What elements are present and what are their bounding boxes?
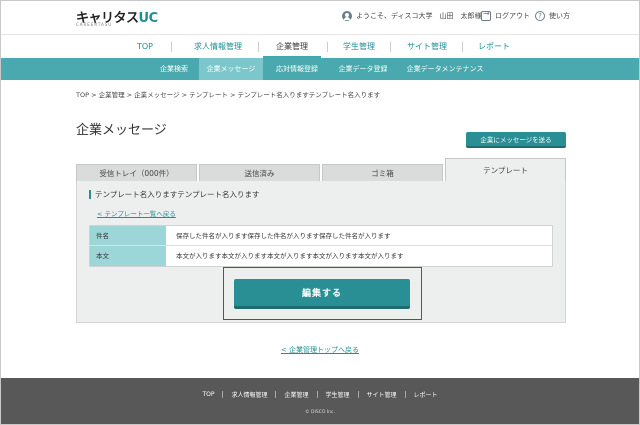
nav-separator (462, 42, 463, 52)
send-message-button[interactable]: 企業にメッセージを送る (466, 132, 566, 148)
footer-nav: TOP 求人情報管理 企業管理 学生管理 サイト管理 レポート (1, 390, 639, 399)
footer-nav-job-management[interactable]: 求人情報管理 (223, 390, 275, 399)
nav-report[interactable]: レポート (469, 35, 519, 58)
nav-separator (258, 42, 259, 52)
logout-label: ログアウト (495, 12, 530, 20)
template-panel: テンプレート名入りますテンプレート名入ります < テンプレート一覧へ戻る 件名 … (76, 181, 566, 323)
body-label: 本文 (90, 246, 166, 266)
breadcrumb: TOP > 企業管理 > 企業メッセージ > テンプレート > テンプレート名入… (76, 91, 381, 99)
nav-company-management[interactable]: 企業管理 (263, 35, 321, 58)
tab-template[interactable]: テンプレート (445, 158, 566, 181)
tab-inbox[interactable]: 受信トレイ（000件） (76, 164, 197, 181)
logo-subtext: CAREERTASU (76, 22, 113, 27)
sub-nav: 企業検索 企業メッセージ 応対情報登録 企業データ登録 企業データメンテナンス (1, 58, 639, 80)
message-tabs: 受信トレイ（000件） 送信済み ゴミ箱 テンプレート (76, 158, 566, 181)
footer-nav-top[interactable]: TOP (194, 391, 222, 398)
help-link[interactable]: ? 使い方 (535, 11, 570, 21)
logout-icon (481, 9, 491, 21)
footer-nav-site-management[interactable]: サイト管理 (359, 390, 405, 399)
table-row: 本文 本文が入ります本文が入ります本文が入ります本文が入ります本文が入ります (90, 246, 552, 266)
template-detail-table: 件名 保存した件名が入ります保存した件名が入ります保存した件名が入ります 本文 … (89, 225, 553, 267)
nav-job-management[interactable]: 求人情報管理 (183, 35, 253, 58)
nav-separator (390, 42, 391, 52)
subnav-company-message[interactable]: 企業メッセージ (199, 58, 263, 80)
back-to-company-top-link[interactable]: < 企業管理トップへ戻る (1, 345, 639, 355)
nav-student-management[interactable]: 学生管理 (333, 35, 385, 58)
nav-separator (171, 42, 172, 52)
subnav-company-data-maintenance[interactable]: 企業データメンテナンス (399, 58, 491, 80)
subnav-company-search[interactable]: 企業検索 (151, 58, 197, 80)
nav-site-management[interactable]: サイト管理 (397, 35, 457, 58)
subject-value: 保存した件名が入ります保存した件名が入ります保存した件名が入ります (166, 226, 552, 245)
edit-highlight-frame: 編集する (223, 267, 422, 320)
site-footer: TOP 求人情報管理 企業管理 学生管理 サイト管理 レポート © DISCO … (1, 378, 639, 424)
main-nav: TOP 求人情報管理 企業管理 学生管理 サイト管理 レポート (1, 34, 639, 59)
help-label: 使い方 (549, 12, 570, 20)
footer-nav-student-management[interactable]: 学生管理 (318, 390, 358, 399)
person-icon (342, 11, 352, 21)
subject-label: 件名 (90, 226, 166, 245)
tab-sent[interactable]: 送信済み (199, 164, 320, 181)
footer-nav-report[interactable]: レポート (406, 390, 446, 399)
greeting-text: ようこそ、ディスコ大学 山田 太郎様 (356, 12, 482, 20)
user-greeting: ようこそ、ディスコ大学 山田 太郎様 (342, 11, 482, 21)
subnav-company-data-registration[interactable]: 企業データ登録 (331, 58, 395, 80)
copyright: © DISCO Inc. (305, 410, 335, 415)
body-value: 本文が入ります本文が入ります本文が入ります本文が入ります本文が入ります (166, 246, 552, 266)
table-row: 件名 保存した件名が入ります保存した件名が入ります保存した件名が入ります (90, 226, 552, 246)
template-name-heading: テンプレート名入りますテンプレート名入ります (89, 190, 260, 199)
nav-top[interactable]: TOP (121, 35, 169, 58)
logo-accent-text: UC (138, 11, 159, 26)
site-header: キャリタスUC CAREERTASU ようこそ、ディスコ大学 山田 太郎様 ログ… (1, 1, 639, 34)
tab-trash[interactable]: ゴミ箱 (322, 164, 443, 181)
page-frame: キャリタスUC CAREERTASU ようこそ、ディスコ大学 山田 太郎様 ログ… (0, 0, 640, 425)
page-title: 企業メッセージ (76, 123, 167, 138)
edit-button[interactable]: 編集する (234, 279, 410, 309)
footer-nav-company-management[interactable]: 企業管理 (276, 390, 316, 399)
subnav-response-registration[interactable]: 応対情報登録 (267, 58, 327, 80)
nav-separator (327, 42, 328, 52)
back-to-template-list-link[interactable]: < テンプレート一覧へ戻る (97, 208, 176, 218)
help-icon: ? (535, 11, 545, 21)
logout-link[interactable]: ログアウト (481, 9, 530, 21)
